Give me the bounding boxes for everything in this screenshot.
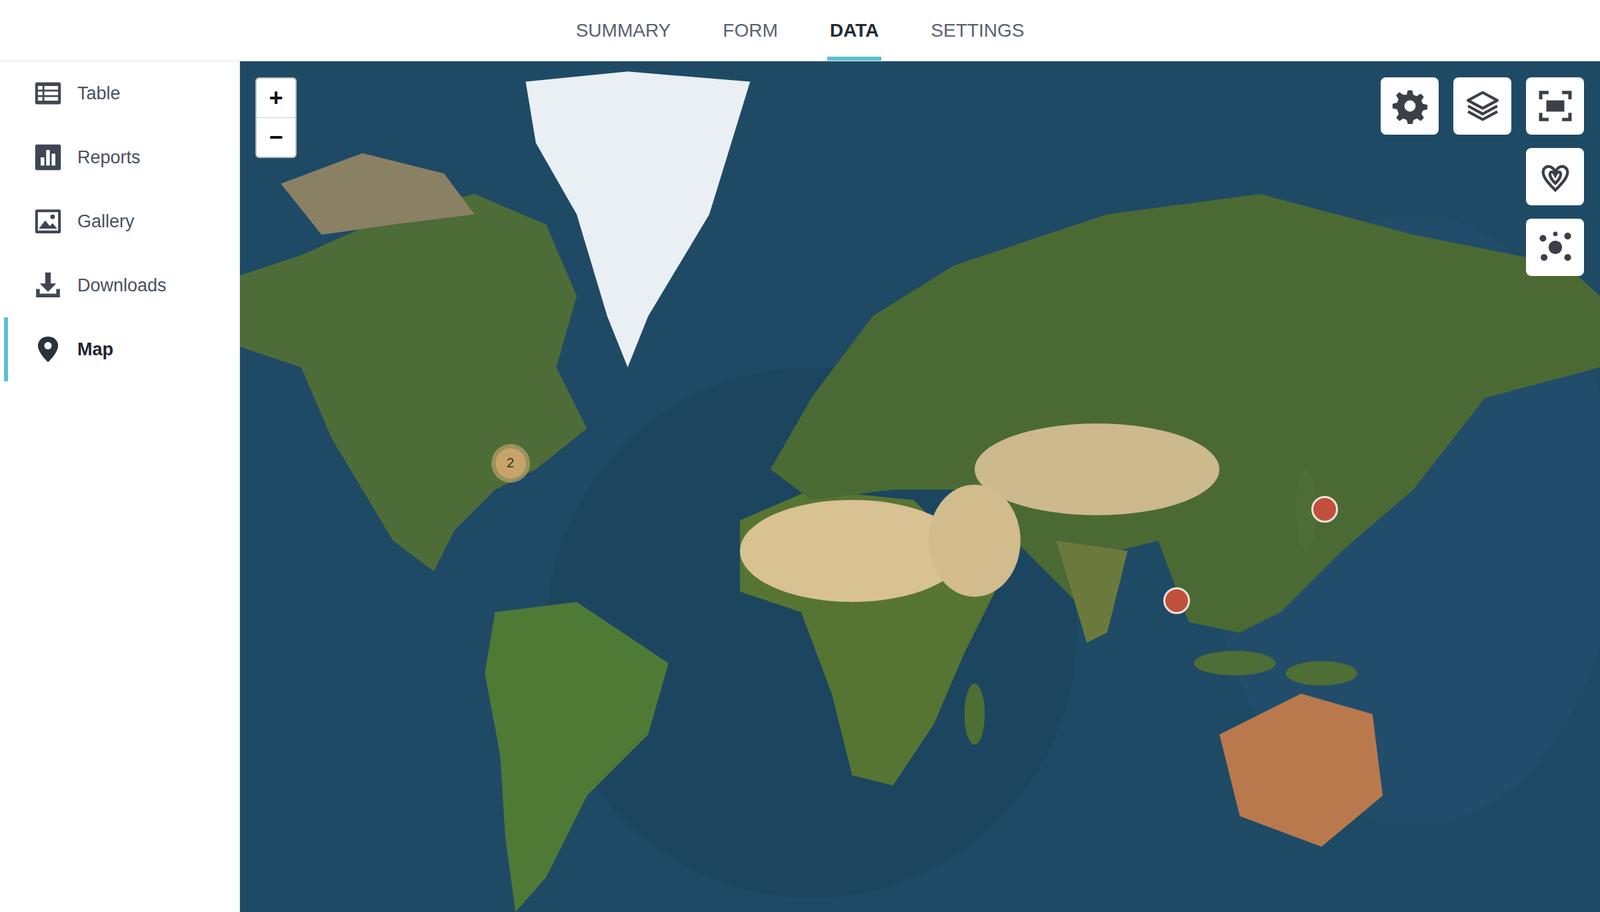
heatmap-icon xyxy=(1537,158,1574,195)
zoom-button[interactable]: + xyxy=(256,78,296,118)
gear-icon xyxy=(1392,88,1428,124)
sidebar-label: Table xyxy=(77,83,121,104)
sidebar-item[interactable]: Table xyxy=(4,61,240,126)
tabs: SUMMARY FORM DATA SETTINGS xyxy=(573,0,1028,61)
zoom-button[interactable]: − xyxy=(256,117,296,157)
tab[interactable]: SETTINGS xyxy=(928,0,1027,61)
fullscreen-button[interactable] xyxy=(1526,77,1584,135)
sidebar-item[interactable]: Gallery xyxy=(4,189,240,254)
top-bar: SUMMARY FORM DATA SETTINGS xyxy=(0,0,1600,62)
map[interactable]: 2 +− xyxy=(240,61,1600,912)
sidebar: Table Reports Gallery Downloads Map xyxy=(0,61,240,912)
sidebar-label: Reports xyxy=(77,147,141,168)
layers-icon xyxy=(1464,88,1501,124)
cluster-icon xyxy=(1537,229,1574,266)
sidebar-item[interactable]: Reports xyxy=(4,125,240,190)
zoom-control: +− xyxy=(255,77,297,158)
sidebar-label: Map xyxy=(77,339,114,360)
image-icon xyxy=(33,206,63,236)
sidebar-label: Gallery xyxy=(77,211,135,232)
download-icon xyxy=(33,270,63,300)
heatmap-button[interactable] xyxy=(1526,148,1584,206)
sidebar-item[interactable]: Downloads xyxy=(4,253,240,318)
map-tools-row xyxy=(1380,77,1584,135)
cluster-marker[interactable]: 2 xyxy=(491,444,530,483)
cluster-button[interactable] xyxy=(1526,218,1584,276)
point-marker[interactable] xyxy=(1311,496,1338,523)
tab[interactable]: FORM xyxy=(720,0,780,61)
settings-button[interactable] xyxy=(1380,77,1439,135)
sidebar-label: Downloads xyxy=(77,275,167,296)
bar-chart-icon xyxy=(33,142,63,172)
table-icon xyxy=(33,78,63,108)
tab[interactable]: DATA xyxy=(827,0,882,61)
fullscreen-icon xyxy=(1537,88,1574,124)
satellite-map xyxy=(240,61,1600,912)
point-marker[interactable] xyxy=(1163,587,1190,614)
app: SUMMARY FORM DATA SETTINGS Table Reports Ga… xyxy=(0,0,1600,912)
sidebar-item[interactable]: Map xyxy=(4,317,240,382)
layers-button[interactable] xyxy=(1453,77,1512,135)
map-tools xyxy=(1380,77,1584,276)
tab[interactable]: SUMMARY xyxy=(573,0,674,61)
map-pin-icon xyxy=(33,334,63,364)
body: Table Reports Gallery Downloads Map 2 +− xyxy=(0,61,1600,912)
